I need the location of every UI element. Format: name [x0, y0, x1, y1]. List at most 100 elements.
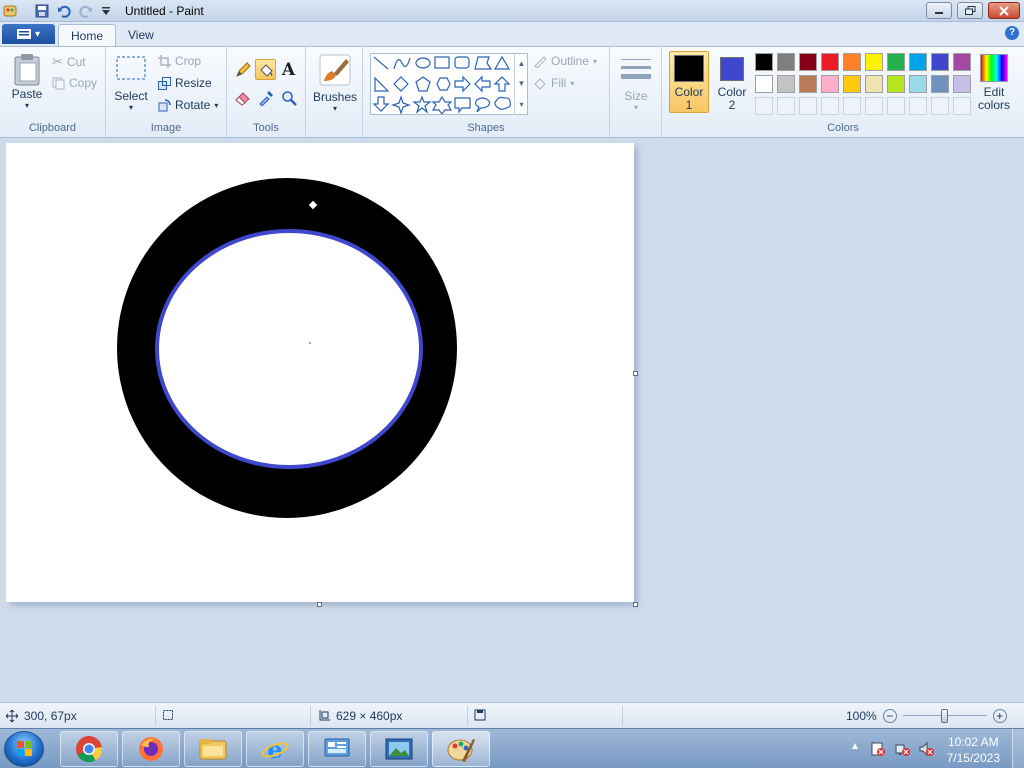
drawing-canvas[interactable] [6, 143, 634, 602]
copy-button[interactable]: Copy [52, 76, 97, 90]
magnifier-icon[interactable] [278, 87, 299, 108]
palette-color-swatch[interactable] [755, 75, 773, 93]
palette-color-swatch[interactable] [953, 53, 971, 71]
palette-color-swatch[interactable] [821, 53, 839, 71]
shapes-gallery-scroll[interactable]: ▲ ▼ ▾ [514, 53, 528, 115]
palette-color-swatch[interactable] [777, 53, 795, 71]
eraser-icon[interactable] [232, 87, 253, 108]
rotate-button[interactable]: Rotate ▾ [158, 98, 218, 112]
resize-button[interactable]: Resize [158, 76, 212, 90]
pencil-icon[interactable] [232, 59, 253, 80]
save-icon[interactable] [34, 3, 50, 19]
resize-handle-corner[interactable] [633, 602, 638, 607]
fill-bucket-icon[interactable] [255, 59, 276, 80]
control-panel-icon[interactable] [308, 731, 366, 767]
help-icon[interactable]: ? [1005, 26, 1019, 40]
size-button[interactable]: Size ▾ [618, 55, 654, 112]
image-group-label: Image [150, 122, 182, 134]
zoom-out-icon[interactable]: − [882, 709, 897, 723]
custom-color-slot[interactable] [865, 97, 883, 115]
color1-button[interactable]: Color 1 [669, 51, 709, 113]
tab-view[interactable]: View [116, 24, 166, 46]
file-explorer-icon[interactable] [184, 731, 242, 767]
custom-color-slot[interactable] [777, 97, 795, 115]
scroll-down-icon[interactable]: ▼ [518, 79, 526, 88]
palette-color-swatch[interactable] [909, 53, 927, 71]
paste-label: Paste [11, 87, 43, 101]
zoom-in-icon[interactable]: + [992, 709, 1007, 723]
color2-button[interactable]: Color 2 [712, 51, 752, 113]
palette-color-swatch[interactable] [843, 75, 861, 93]
palette-color-swatch[interactable] [909, 75, 927, 93]
custom-color-slot[interactable] [887, 97, 905, 115]
color-spectrum-icon [980, 54, 1008, 82]
palette-color-swatch[interactable] [887, 53, 905, 71]
system-clock[interactable]: 10:02 AM 7/15/2023 [947, 734, 1000, 766]
text-icon[interactable]: A [278, 59, 299, 80]
show-desktop-button[interactable] [1012, 729, 1024, 768]
paint-menu-button[interactable]: ▾ [2, 24, 55, 44]
resize-handle-bottom[interactable] [317, 602, 322, 607]
size-icon [621, 59, 651, 79]
brushes-button[interactable]: Brushes ▾ [312, 53, 358, 113]
palette-color-swatch[interactable] [887, 75, 905, 93]
palette-color-swatch[interactable] [799, 53, 817, 71]
show-hidden-icons-icon[interactable]: ▲ [850, 741, 860, 752]
palette-color-swatch[interactable] [865, 53, 883, 71]
gallery-expand-icon[interactable]: ▾ [519, 100, 523, 109]
crop-button[interactable]: Crop [158, 54, 201, 68]
fill-button[interactable]: Fill ▾ [533, 76, 574, 90]
custom-color-slot[interactable] [755, 97, 773, 115]
color1-number: 1 [685, 98, 693, 112]
paint-app-icon[interactable] [2, 3, 18, 19]
ribbon: Paste ▾ ✂ Cut Copy Clipboard Select ▾ Cr… [0, 46, 1024, 138]
custom-color-slot[interactable] [953, 97, 971, 115]
network-icon[interactable] [894, 741, 910, 757]
resize-handle-right[interactable] [633, 371, 638, 376]
redo-icon[interactable] [78, 3, 94, 19]
custom-color-slot[interactable] [821, 97, 839, 115]
custom-color-slot[interactable] [843, 97, 861, 115]
custom-color-slot[interactable] [931, 97, 949, 115]
outline-button[interactable]: Outline ▾ [533, 54, 597, 68]
inner-white-ellipse [155, 229, 423, 469]
palette-color-swatch[interactable] [953, 75, 971, 93]
zoom-slider-thumb[interactable] [941, 709, 949, 723]
palette-color-swatch[interactable] [931, 53, 949, 71]
chrome-icon[interactable] [60, 731, 118, 767]
outline-icon [534, 56, 547, 68]
internet-explorer-icon[interactable]: e [246, 731, 304, 767]
paint-icon[interactable] [432, 731, 490, 767]
palette-color-swatch[interactable] [865, 75, 883, 93]
edit-colors-button[interactable]: Edit colors [973, 51, 1015, 113]
paste-button[interactable]: Paste ▾ [8, 53, 46, 110]
photo-viewer-icon[interactable] [370, 731, 428, 767]
minimize-icon[interactable] [926, 2, 952, 19]
action-center-icon[interactable] [870, 741, 886, 757]
palette-color-swatch[interactable] [777, 75, 795, 93]
palette-color-swatch[interactable] [755, 53, 773, 71]
customize-dropdown-icon[interactable] [98, 3, 114, 19]
cut-button[interactable]: ✂ Cut [52, 54, 86, 70]
palette-color-swatch[interactable] [843, 53, 861, 71]
file-size [474, 709, 486, 721]
palette-color-swatch[interactable] [799, 75, 817, 93]
color-picker-icon[interactable] [255, 87, 276, 108]
custom-color-slot[interactable] [799, 97, 817, 115]
triangle-shape-icon [493, 55, 511, 70]
select-button[interactable]: Select ▾ [114, 55, 148, 112]
start-button[interactable] [4, 731, 44, 767]
close-icon[interactable] [988, 2, 1020, 19]
restore-icon[interactable] [957, 2, 983, 19]
volume-muted-icon[interactable] [918, 741, 934, 757]
firefox-icon[interactable] [122, 731, 180, 767]
rounded-rectangle-shape-icon [454, 56, 470, 69]
scroll-up-icon[interactable]: ▲ [518, 59, 526, 68]
palette-color-swatch[interactable] [821, 75, 839, 93]
undo-icon[interactable] [56, 3, 72, 19]
zoom-slider[interactable] [902, 709, 987, 723]
palette-color-swatch[interactable] [931, 75, 949, 93]
tab-home[interactable]: Home [58, 24, 117, 46]
custom-color-slot[interactable] [909, 97, 927, 115]
select-label: Select [114, 89, 148, 103]
